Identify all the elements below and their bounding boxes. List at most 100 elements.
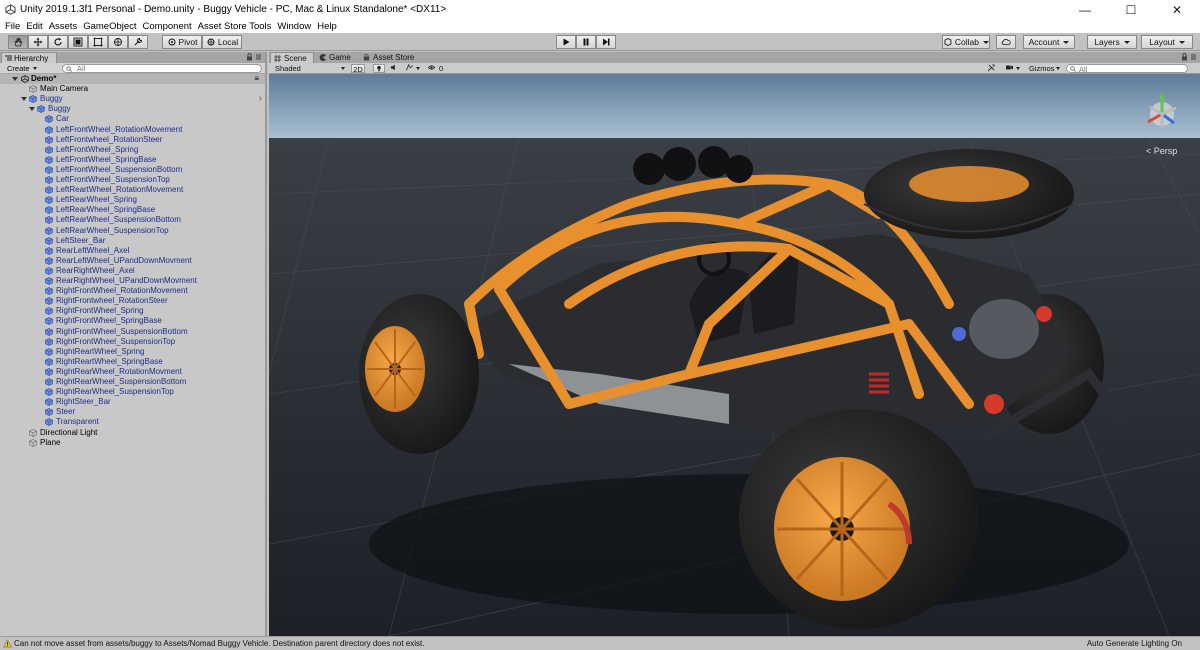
hierarchy-item[interactable]: RightReartWheel_SpringBase bbox=[0, 357, 265, 367]
cloud-button[interactable] bbox=[996, 35, 1016, 49]
menu-asset-store-tools[interactable]: Asset Store Tools bbox=[195, 21, 275, 32]
lighting-toggle[interactable] bbox=[373, 64, 385, 73]
local-toggle[interactable]: Local bbox=[202, 35, 242, 49]
close-button[interactable]: ✕ bbox=[1154, 0, 1200, 19]
layout-dropdown[interactable]: Layout bbox=[1141, 35, 1193, 49]
hierarchy-item[interactable]: RightRearWheel_SuspensionBottom bbox=[0, 377, 265, 387]
collab-dropdown[interactable]: Collab bbox=[942, 35, 990, 49]
scene-menu-icon[interactable]: ≡ bbox=[254, 74, 259, 84]
layers-dropdown[interactable]: Layers bbox=[1087, 35, 1137, 49]
hierarchy-item[interactable]: Directional Light bbox=[0, 428, 265, 438]
camera-settings-dropdown[interactable] bbox=[1005, 64, 1023, 73]
prefab-open-chevron-icon[interactable]: › bbox=[259, 94, 262, 104]
prefab-cube-icon bbox=[45, 388, 53, 396]
hierarchy-item[interactable]: LeftFrontWheel_Spring bbox=[0, 145, 265, 155]
tab-scene[interactable]: Scene bbox=[270, 52, 314, 63]
menu-gameobject[interactable]: GameObject bbox=[80, 21, 139, 32]
hierarchy-item[interactable]: RightFrontWheel_RotationMovement bbox=[0, 286, 265, 296]
transform-all-tool-button[interactable] bbox=[108, 35, 128, 49]
hierarchy-item-label: Buggy bbox=[48, 104, 71, 114]
hierarchy-item[interactable]: LeftReartWheel_RotationMovement bbox=[0, 185, 265, 195]
play-button[interactable] bbox=[556, 35, 576, 49]
hierarchy-item[interactable]: Transparent bbox=[0, 417, 265, 427]
scene-panel-menu-icon[interactable] bbox=[1190, 53, 1197, 61]
menu-edit[interactable]: Edit bbox=[23, 21, 45, 32]
pause-button[interactable] bbox=[576, 35, 596, 49]
exhaust-glow bbox=[952, 327, 966, 341]
hierarchy-item[interactable]: LeftFrontWheel_SuspensionBottom bbox=[0, 165, 265, 175]
2d-toggle[interactable]: 2D bbox=[351, 64, 365, 74]
menu-window[interactable]: Window bbox=[274, 21, 314, 32]
move-tool-button[interactable] bbox=[28, 35, 48, 49]
menu-component[interactable]: Component bbox=[140, 21, 195, 32]
hierarchy-item-label: LeftFrontWheel_RotationMovement bbox=[56, 124, 183, 134]
hierarchy-item[interactable]: RearRightWheel_UPandDownMovment bbox=[0, 276, 265, 286]
step-button[interactable] bbox=[596, 35, 616, 49]
create-dropdown[interactable]: Create bbox=[3, 64, 40, 73]
unity-scene-icon bbox=[21, 75, 29, 83]
pivot-toggle[interactable]: Pivot bbox=[162, 35, 202, 49]
hierarchy-item[interactable]: RightSteer_Bar bbox=[0, 397, 265, 407]
hierarchy-item[interactable]: Buggy › bbox=[0, 94, 265, 104]
rotate-tool-button[interactable] bbox=[48, 35, 68, 49]
hierarchy-item-label: LeftSteer_Bar bbox=[56, 235, 106, 245]
menu-file[interactable]: File bbox=[2, 21, 23, 32]
hierarchy-item[interactable]: RightFrontWheel_SuspensionTop bbox=[0, 337, 265, 347]
hierarchy-item[interactable]: RightFrontwheel_RotationSteer bbox=[0, 296, 265, 306]
hidden-objects-toggle[interactable]: 0 bbox=[427, 64, 449, 73]
hierarchy-item[interactable]: LeftRearWheel_Spring bbox=[0, 195, 265, 205]
menu-help[interactable]: Help bbox=[314, 21, 340, 32]
hierarchy-tab[interactable]: Hierarchy bbox=[1, 52, 58, 63]
prefab-cube-icon bbox=[45, 135, 53, 144]
hierarchy-item[interactable]: LeftFrontwheel_RotationSteer bbox=[0, 135, 265, 145]
audio-toggle[interactable] bbox=[389, 64, 401, 73]
scale-tool-button[interactable] bbox=[68, 35, 88, 49]
hierarchy-item[interactable]: LeftRearWheel_SuspensionBottom bbox=[0, 215, 265, 225]
hierarchy-item[interactable]: Plane bbox=[0, 438, 265, 448]
scene-viewport[interactable]: < Persp bbox=[269, 74, 1200, 636]
tab-asset-store[interactable]: Asset Store bbox=[360, 52, 422, 63]
hierarchy-item[interactable]: RearLeftWheel_Axel bbox=[0, 246, 265, 256]
hierarchy-item[interactable]: RightReartWheel_Spring bbox=[0, 347, 265, 357]
hierarchy-item[interactable]: LeftFrontWheel_RotationMovement bbox=[0, 125, 265, 135]
hierarchy-search-input[interactable]: All bbox=[62, 64, 262, 73]
hierarchy-item[interactable]: Steer bbox=[0, 407, 265, 417]
scene-row[interactable]: Demo* ≡ bbox=[0, 74, 265, 84]
hand-tool-button[interactable] bbox=[8, 35, 28, 49]
shading-mode-dropdown[interactable]: Shaded bbox=[272, 64, 348, 73]
expand-arrow-icon[interactable] bbox=[12, 77, 18, 81]
hierarchy-item[interactable]: Car bbox=[0, 114, 265, 124]
hierarchy-item[interactable]: RightRearWheel_SuspensionTop bbox=[0, 387, 265, 397]
rect-tool-button[interactable] bbox=[88, 35, 108, 49]
hierarchy-item[interactable]: RightFrontWheel_SpringBase bbox=[0, 316, 265, 326]
hierarchy-item[interactable]: RightFrontWheel_Spring bbox=[0, 306, 265, 316]
hierarchy-item[interactable]: LeftFrontWheel_SuspensionTop bbox=[0, 175, 265, 185]
hierarchy-item[interactable]: RightRearWheel_RotationMovment bbox=[0, 367, 265, 377]
console-message[interactable]: Can not move asset from assets/buggy to … bbox=[14, 638, 424, 649]
hierarchy-item[interactable]: LeftRearWheel_SpringBase bbox=[0, 205, 265, 215]
hierarchy-item[interactable]: Main Camera bbox=[0, 84, 265, 94]
warning-icon[interactable] bbox=[3, 639, 12, 648]
minimize-button[interactable]: — bbox=[1062, 0, 1108, 19]
hierarchy-item[interactable]: RightFrontWheel_SuspensionBottom bbox=[0, 327, 265, 337]
hierarchy-item[interactable]: LeftSteer_Bar bbox=[0, 236, 265, 246]
scene-search-input[interactable]: All bbox=[1066, 64, 1188, 74]
lock-icon[interactable] bbox=[246, 53, 253, 61]
hierarchy-item[interactable]: RearRightWheel_Axel bbox=[0, 266, 265, 276]
gizmos-dropdown[interactable]: Gizmos bbox=[1027, 64, 1063, 73]
menu-assets[interactable]: Assets bbox=[46, 21, 81, 32]
hierarchy-item[interactable]: Buggy bbox=[0, 104, 265, 114]
panel-menu-icon[interactable] bbox=[255, 53, 262, 61]
tab-game[interactable]: Game bbox=[316, 52, 358, 63]
custom-tool-button[interactable] bbox=[128, 35, 148, 49]
expand-arrow-icon[interactable] bbox=[29, 107, 35, 112]
scene-tools-button[interactable] bbox=[987, 64, 999, 73]
maximize-button[interactable]: ☐ bbox=[1108, 0, 1154, 19]
scene-lock-icon[interactable] bbox=[1181, 53, 1188, 61]
effects-dropdown[interactable] bbox=[405, 63, 423, 73]
hierarchy-item[interactable]: RearLeftWheel_UPandDownMovment bbox=[0, 256, 265, 266]
hierarchy-item[interactable]: LeftFrontWheel_SpringBase bbox=[0, 155, 265, 165]
hierarchy-item[interactable]: LeftRearWheel_SuspensionTop bbox=[0, 226, 265, 236]
expand-arrow-icon[interactable] bbox=[21, 97, 27, 102]
account-dropdown[interactable]: Account bbox=[1023, 35, 1075, 49]
